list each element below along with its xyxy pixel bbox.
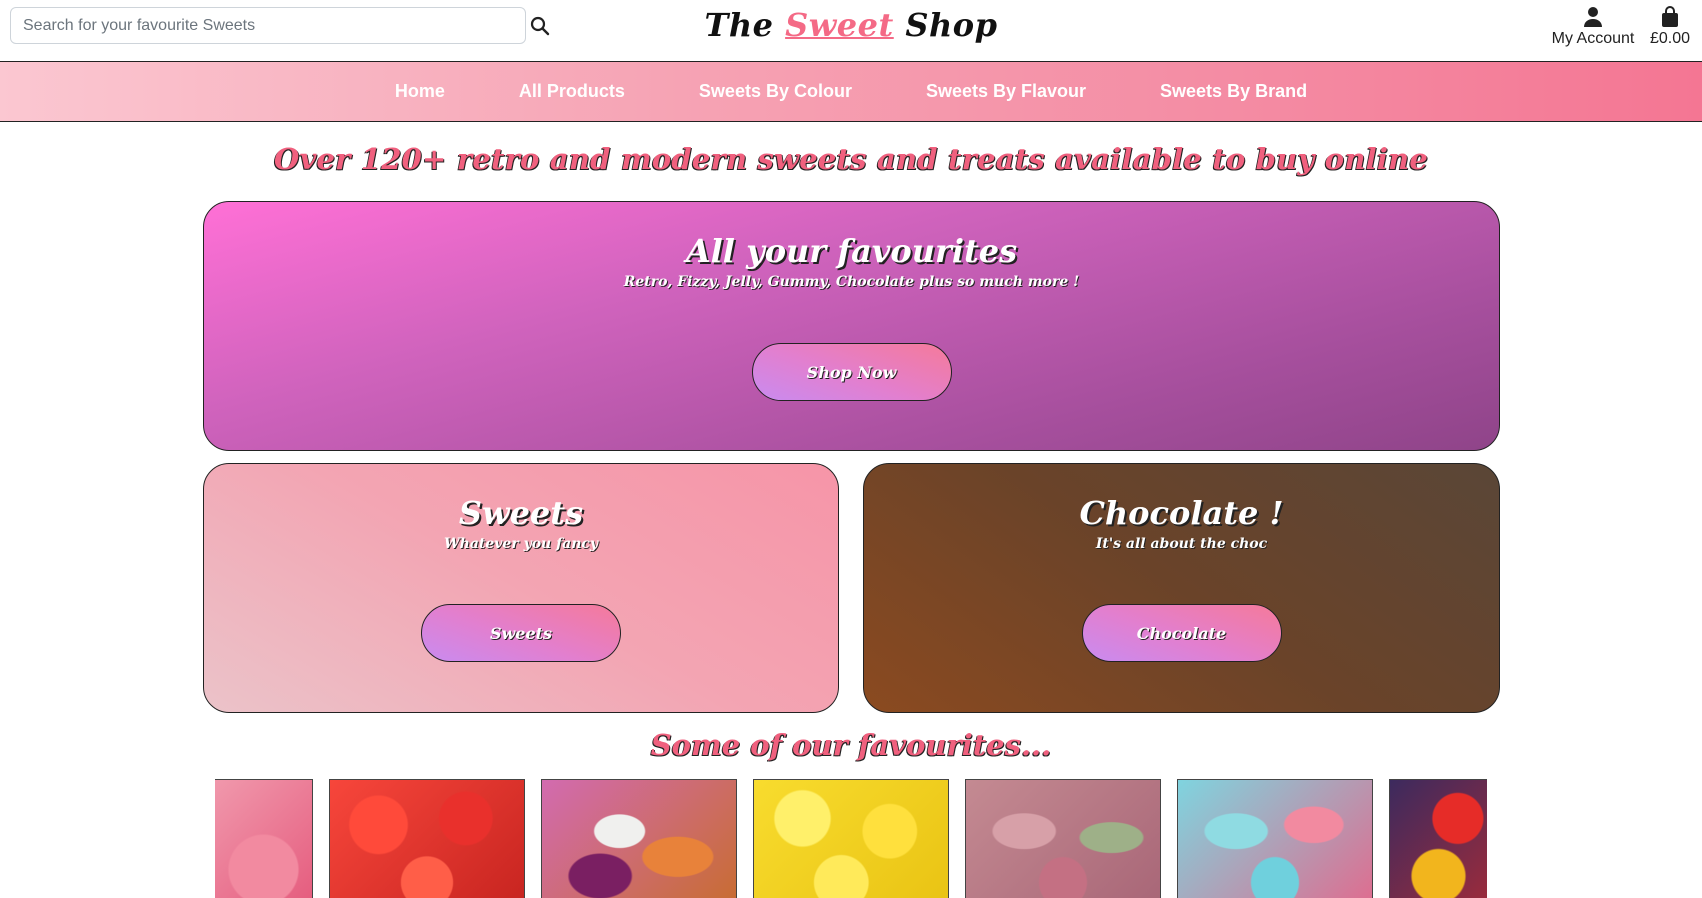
- product-image-blue-pink-fizzy[interactable]: [1177, 779, 1373, 898]
- shopping-bag-icon: [1646, 6, 1694, 28]
- logo-text-part1: The: [704, 6, 786, 44]
- product-image-fizzy-sweets[interactable]: [965, 779, 1161, 898]
- hero-subtitle: Retro, Fizzy, Jelly, Gummy, Chocolate pl…: [623, 274, 1080, 290]
- page-headline: Over 120+ retro and modern sweets and tr…: [273, 142, 1428, 176]
- product-image-red-strawberries[interactable]: [329, 779, 525, 898]
- main-nav: Home All Products Sweets By Colour Sweet…: [0, 62, 1702, 122]
- user-icon: [1548, 6, 1638, 28]
- hero-panel: All your favourites Retro, Fizzy, Jelly,…: [203, 201, 1500, 451]
- sweets-title: Sweets: [458, 494, 584, 532]
- logo-text-accent: Sweet: [785, 6, 894, 44]
- bag-total: £0.00: [1649, 30, 1691, 47]
- my-account-link[interactable]: My Account: [1548, 6, 1638, 48]
- nav-sweets-by-brand[interactable]: Sweets By Brand: [1160, 81, 1307, 102]
- nav-sweets-by-flavour[interactable]: Sweets By Flavour: [926, 81, 1086, 102]
- nav-home[interactable]: Home: [395, 81, 445, 102]
- favourites-carousel: [215, 779, 1487, 898]
- nav-all-products[interactable]: All Products: [519, 81, 625, 102]
- top-header: The Sweet Shop My Account £0.00: [0, 0, 1702, 62]
- hero-title: All your favourites: [685, 232, 1018, 270]
- product-image-yellow-sweets[interactable]: [753, 779, 949, 898]
- chocolate-title: Chocolate !: [1079, 494, 1284, 532]
- favourites-title: Some of our favourites...: [650, 728, 1052, 762]
- product-image-pink-strawberries[interactable]: [215, 779, 313, 898]
- nav-sweets-by-colour[interactable]: Sweets By Colour: [699, 81, 852, 102]
- sweets-button[interactable]: Sweets: [421, 604, 621, 662]
- chocolate-subtitle: It's all about the choc: [1095, 536, 1268, 552]
- sweets-subtitle: Whatever you fancy: [443, 536, 599, 552]
- sweets-panel: Sweets Whatever you fancy Sweets: [203, 463, 839, 713]
- site-logo[interactable]: The Sweet Shop: [0, 6, 1702, 44]
- my-account-label: My Account: [1551, 30, 1635, 47]
- product-image-jelly-snakes[interactable]: [541, 779, 737, 898]
- shopping-bag-link[interactable]: £0.00: [1646, 6, 1694, 48]
- logo-text-part2: Shop: [893, 6, 998, 44]
- product-image-mixed-jellies[interactable]: [1389, 779, 1487, 898]
- chocolate-button[interactable]: Chocolate: [1081, 604, 1282, 662]
- shop-now-button[interactable]: Shop Now: [751, 343, 952, 401]
- chocolate-panel: Chocolate ! It's all about the choc Choc…: [863, 463, 1500, 713]
